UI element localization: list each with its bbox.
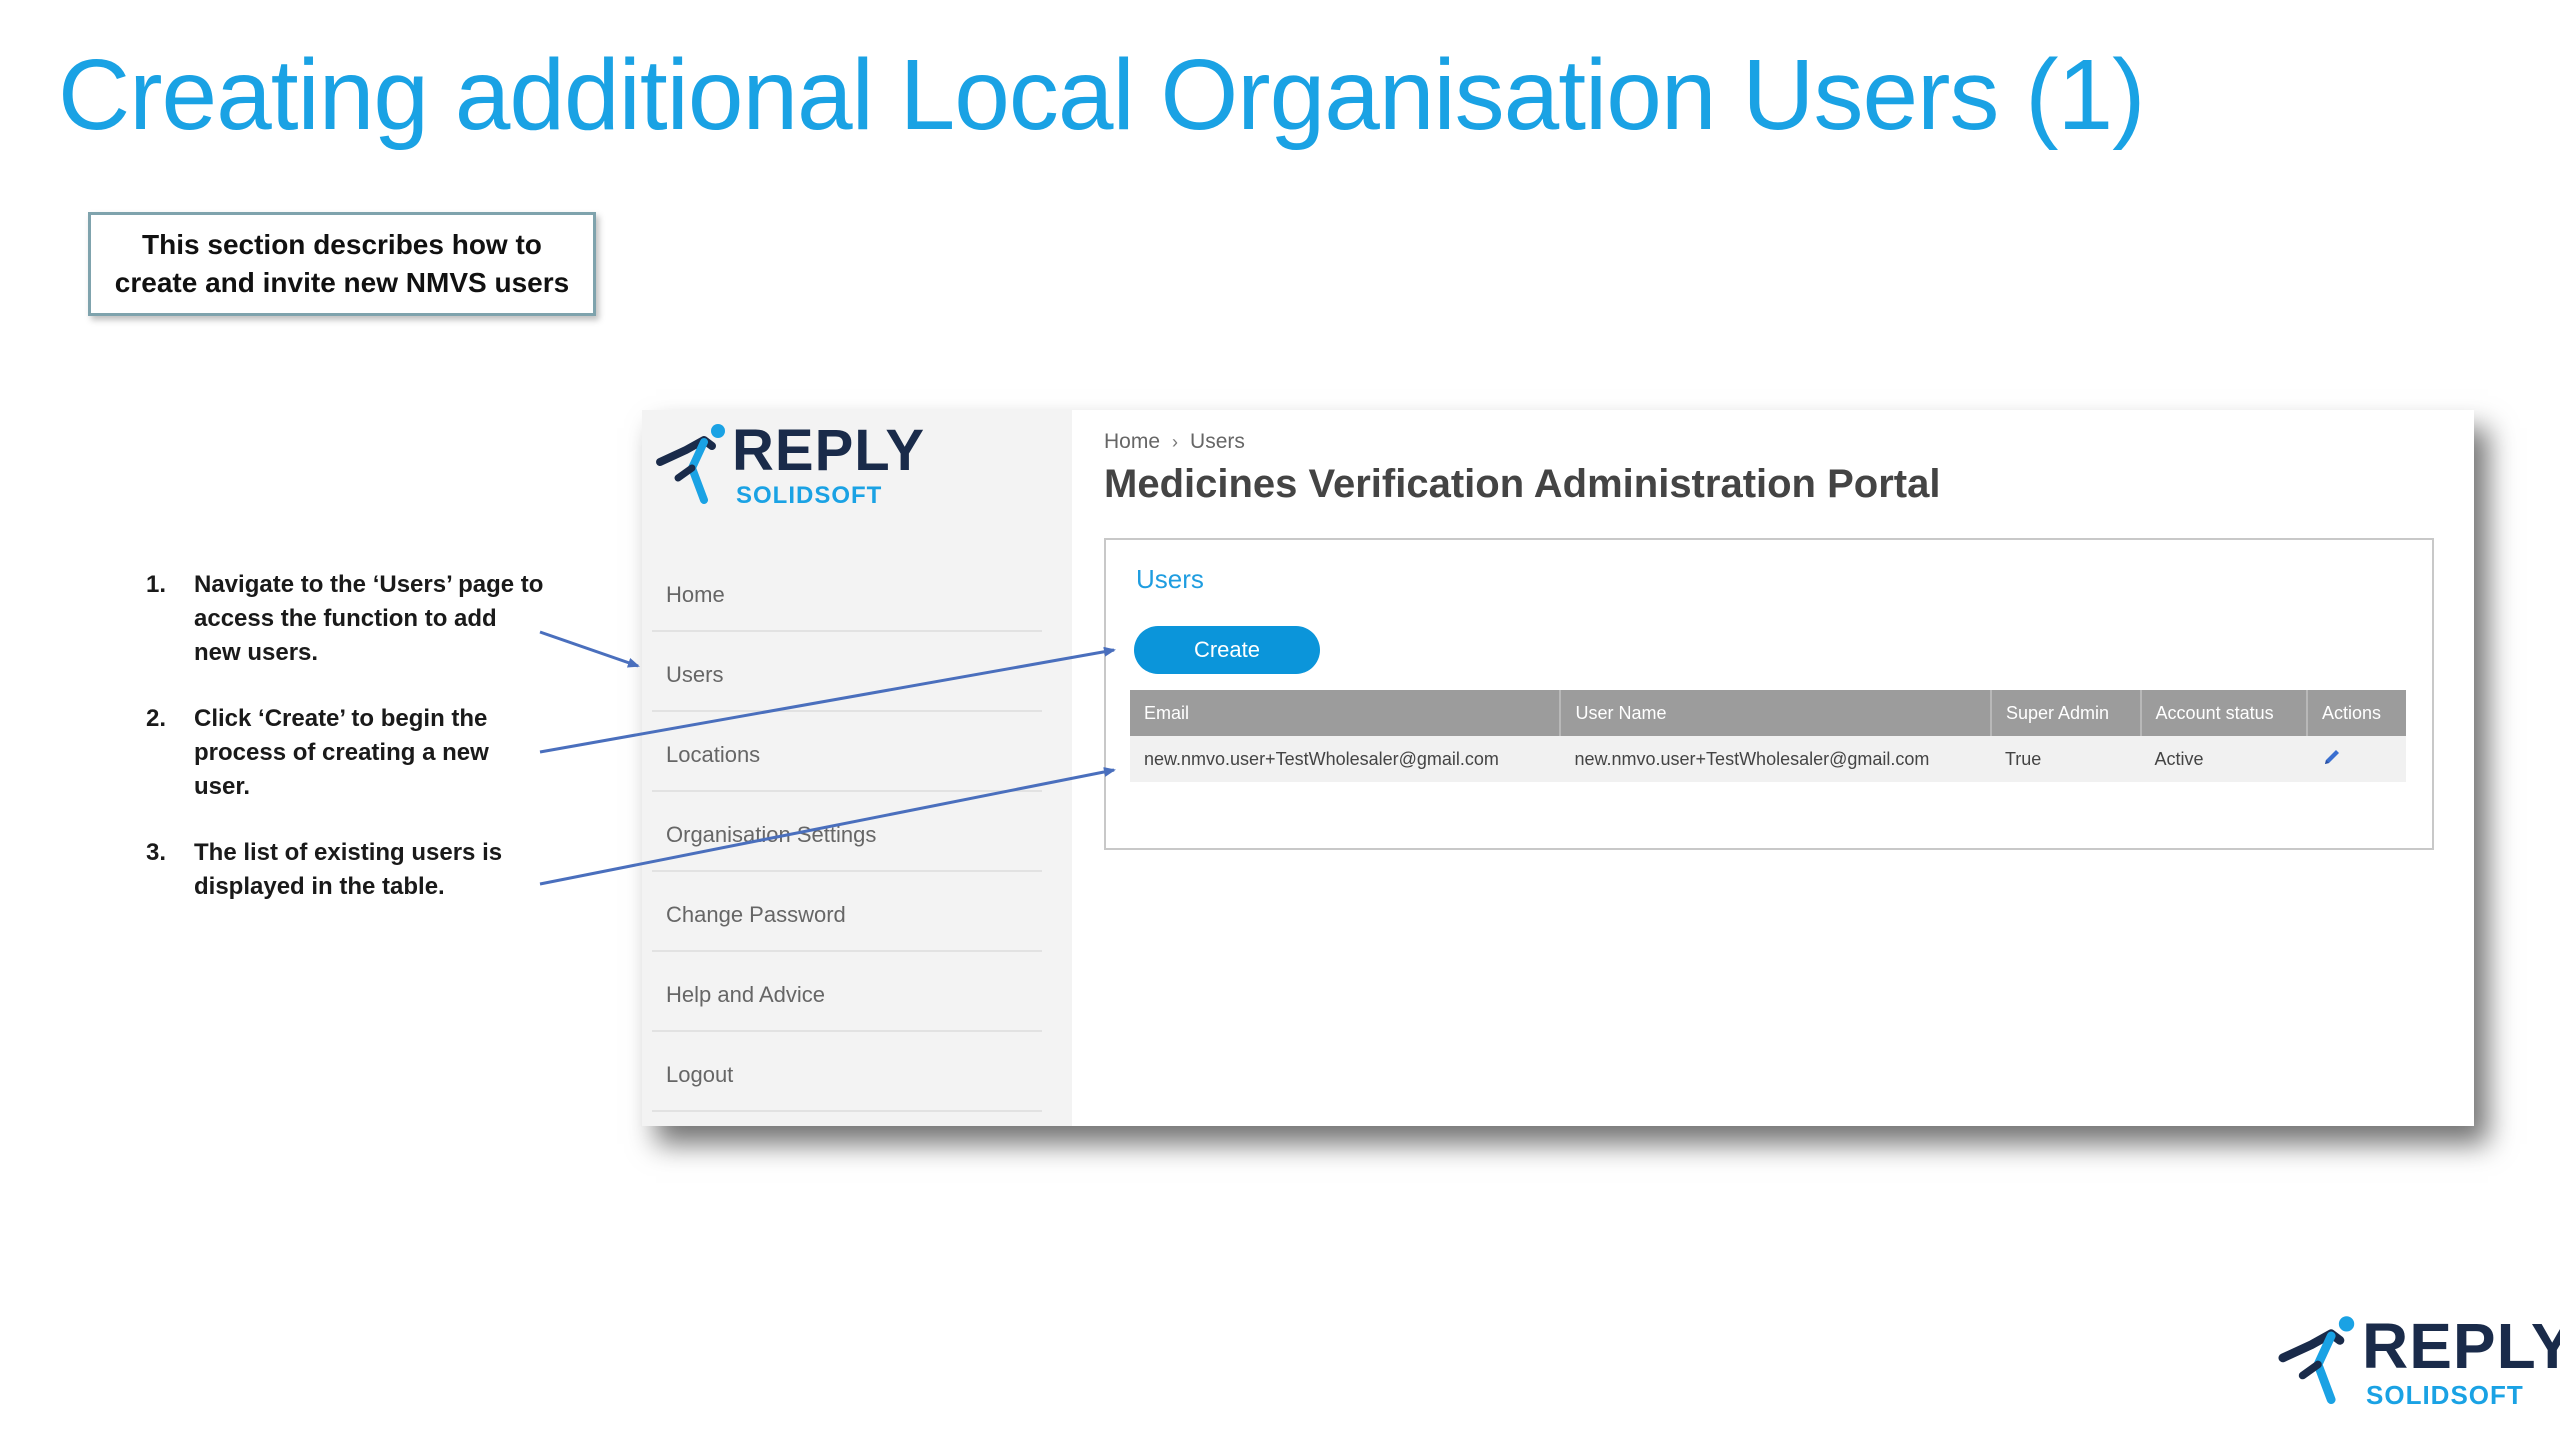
logo-wordmark: REPLY [732,418,926,483]
pencil-edit-icon[interactable] [2321,746,2343,773]
sidebar-item-home[interactable]: Home [652,552,1042,632]
breadcrumb: Home › Users [1104,430,1245,454]
logo-subwordmark: SOLIDSOFT [736,482,883,509]
sidebar-item-logout[interactable]: Logout [652,1032,1042,1112]
sidebar-item-change-password[interactable]: Change Password [652,872,1042,952]
step-2: 2. Click ‘Create’ to begin the process o… [140,702,550,804]
breadcrumb-home-link[interactable]: Home [1104,430,1160,454]
arrow-step-1 [539,630,640,668]
table-header-row: Email User Name Super Admin Account stat… [1130,690,2406,736]
step-number: 1. [146,571,167,598]
cell-actions [2307,736,2406,782]
intro-callout: This section describes how to create and… [88,212,596,316]
intro-line-1: This section describes how to [142,229,542,260]
cell-super-admin: True [1990,736,2141,782]
portal-title: Medicines Verification Administration Po… [1104,462,1941,506]
slide-title: Creating additional Local Organisation U… [58,39,2145,151]
column-header-super-admin: Super Admin [1990,690,2142,736]
step-text: Click ‘Create’ to begin the process of c… [194,705,489,800]
users-heading: Users [1136,564,1204,594]
footer-logo: REPLY SOLIDSOFT [2274,1314,2560,1408]
logo-wordmark: REPLY [2362,1310,2560,1382]
column-header-account-status: Account status [2140,690,2309,736]
cell-email: new.nmvo.user+TestWholesaler@gmail.com [1130,736,1561,782]
reply-runner-icon [2278,1316,2355,1404]
step-number: 3. [146,839,167,866]
step-3: 3. The list of existing users is display… [140,836,550,904]
sidebar-item-organisation-settings[interactable]: Organisation Settings [652,792,1042,872]
breadcrumb-separator-icon: › [1172,431,1179,452]
step-1: 1. Navigate to the ‘Users’ page to acces… [140,568,550,670]
portal-main: Home › Users Medicines Verification Admi… [1072,410,2474,1126]
table-row: new.nmvo.user+TestWholesaler@gmail.com n… [1130,736,2406,782]
portal-logo: REPLY SOLIDSOFT [652,422,925,508]
sidebar-item-locations[interactable]: Locations [652,712,1042,792]
cell-user-name: new.nmvo.user+TestWholesaler@gmail.com [1560,736,1991,782]
reply-runner-icon [656,424,725,504]
sidebar-item-help-and-advice[interactable]: Help and Advice [652,952,1042,1032]
create-user-button[interactable]: Create [1134,626,1320,674]
users-panel: Users Create Email User Name Super Admin… [1104,538,2434,850]
logo-subwordmark: SOLIDSOFT [2366,1380,2524,1410]
column-header-actions: Actions [2307,690,2406,736]
portal-screenshot: REPLY SOLIDSOFT Home Users Locations Org… [642,410,2474,1126]
users-table: Email User Name Super Admin Account stat… [1130,690,2406,782]
column-header-user-name: User Name [1560,690,1992,736]
step-text: Navigate to the ‘Users’ page to access t… [194,571,544,666]
column-header-email: Email [1130,690,1562,736]
step-number: 2. [146,705,167,732]
step-text: The list of existing users is displayed … [194,839,503,900]
portal-sidebar: REPLY SOLIDSOFT Home Users Locations Org… [642,410,1072,1126]
breadcrumb-current: Users [1190,430,1245,453]
cell-account-status: Active [2140,736,2308,782]
intro-line-2: create and invite new NMVS users [114,267,570,298]
sidebar-nav: Home Users Locations Organisation Settin… [652,552,1042,1112]
sidebar-item-users[interactable]: Users [652,632,1042,712]
